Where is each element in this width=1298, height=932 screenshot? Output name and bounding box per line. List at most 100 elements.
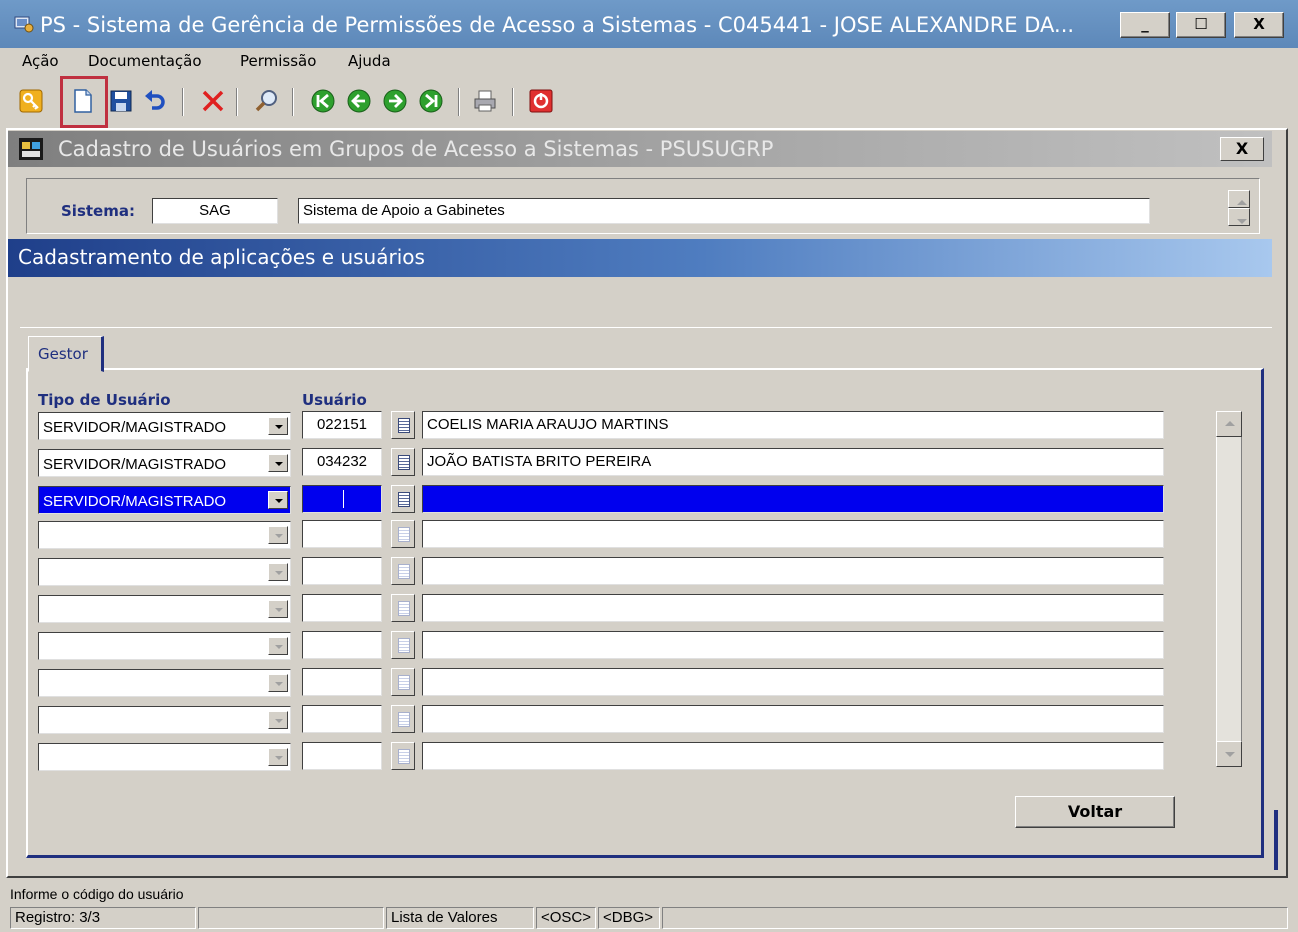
usuario-code-field[interactable] xyxy=(302,557,382,585)
tipo-combo[interactable] xyxy=(38,743,291,771)
usuario-name-field xyxy=(422,668,1164,696)
usuario-name-field xyxy=(422,557,1164,585)
chevron-down-icon[interactable] xyxy=(268,711,288,729)
chevron-down-icon[interactable] xyxy=(268,600,288,618)
usuario-code-field[interactable] xyxy=(302,742,382,770)
tipo-combo[interactable] xyxy=(38,558,291,586)
toolbar xyxy=(0,76,1298,128)
menu-documentacao[interactable]: Documentação xyxy=(88,52,202,70)
section-header: Cadastramento de aplicações e usuários xyxy=(8,239,1272,277)
tipo-combo[interactable] xyxy=(38,521,291,549)
list-of-values-icon[interactable] xyxy=(391,485,415,513)
window-title: PS - Sistema de Gerência de Permissões d… xyxy=(40,13,1075,37)
usuario-name-field: COELIS MARIA ARAUJO MARTINS xyxy=(422,411,1164,439)
sistema-label: Sistema: xyxy=(61,202,135,220)
sistema-code-field[interactable]: SAG xyxy=(152,198,278,224)
chevron-down-icon[interactable] xyxy=(268,748,288,766)
tab-gestor[interactable]: Gestor xyxy=(28,336,104,372)
tipo-value: SERVIDOR/MAGISTRADO xyxy=(43,493,227,510)
print-icon[interactable] xyxy=(472,88,498,114)
window-edge xyxy=(1274,810,1278,870)
maximize-button[interactable]: ☐ xyxy=(1176,12,1226,38)
usuario-code-field[interactable] xyxy=(302,485,382,513)
status-lista: Lista de Valores xyxy=(386,907,534,929)
usuario-name-field xyxy=(422,631,1164,659)
sistema-name-field[interactable]: Sistema de Apoio a Gabinetes xyxy=(298,198,1150,224)
usuario-name-field xyxy=(422,485,1164,513)
toolbar-separator xyxy=(458,88,460,116)
new-document-icon[interactable] xyxy=(70,88,96,114)
minimize-button[interactable]: _ xyxy=(1120,12,1170,38)
previous-record-icon[interactable] xyxy=(346,88,372,114)
panel-scroll-down[interactable] xyxy=(1228,208,1250,226)
tipo-combo[interactable] xyxy=(38,595,291,623)
grid-scrollbar[interactable] xyxy=(1216,411,1244,771)
window-titlebar: PS - Sistema de Gerência de Permissões d… xyxy=(0,0,1298,48)
close-button[interactable]: X xyxy=(1234,12,1284,38)
usuario-code-field[interactable]: 022151 xyxy=(302,411,382,439)
chevron-down-icon[interactable] xyxy=(268,417,288,435)
scroll-up-button[interactable] xyxy=(1216,411,1242,437)
usuario-code-field[interactable]: 034232 xyxy=(302,448,382,476)
next-record-icon[interactable] xyxy=(382,88,408,114)
menu-ajuda[interactable]: Ajuda xyxy=(348,52,391,70)
menu-acao[interactable]: Ação xyxy=(22,52,59,70)
child-window-titlebar: Cadastro de Usuários em Grupos de Acesso… xyxy=(8,131,1272,167)
list-of-values-icon[interactable] xyxy=(391,557,415,585)
chevron-down-icon[interactable] xyxy=(268,454,288,472)
list-of-values-icon[interactable] xyxy=(391,520,415,548)
panel-scroll-up[interactable] xyxy=(1228,190,1250,208)
tipo-combo[interactable] xyxy=(38,669,291,697)
toolbar-separator xyxy=(236,88,238,116)
save-icon[interactable] xyxy=(108,88,134,114)
status-osc: <OSC> xyxy=(536,907,596,929)
exit-icon[interactable] xyxy=(528,88,554,114)
search-icon[interactable] xyxy=(254,88,280,114)
first-record-icon[interactable] xyxy=(310,88,336,114)
voltar-button[interactable]: Voltar xyxy=(1015,796,1175,828)
list-of-values-icon[interactable] xyxy=(391,668,415,696)
menu-permissao[interactable]: Permissão xyxy=(240,52,316,70)
delete-icon[interactable] xyxy=(200,88,226,114)
status-filler xyxy=(662,907,1288,929)
usuario-code-field[interactable] xyxy=(302,520,382,548)
list-of-values-icon[interactable] xyxy=(391,742,415,770)
tipo-combo[interactable] xyxy=(38,706,291,734)
status-dbg: <DBG> xyxy=(598,907,660,929)
list-of-values-icon[interactable] xyxy=(391,631,415,659)
usuario-code-field[interactable] xyxy=(302,705,382,733)
tipo-value: SERVIDOR/MAGISTRADO xyxy=(43,419,227,436)
scroll-track[interactable] xyxy=(1216,437,1242,743)
tipo-combo[interactable]: SERVIDOR/MAGISTRADO xyxy=(38,412,291,440)
tipo-combo[interactable] xyxy=(38,632,291,660)
chevron-down-icon[interactable] xyxy=(268,491,288,509)
tipo-combo[interactable]: SERVIDOR/MAGISTRADO xyxy=(38,486,291,514)
usuario-name-field xyxy=(422,705,1164,733)
chevron-down-icon[interactable] xyxy=(268,674,288,692)
last-record-icon[interactable] xyxy=(418,88,444,114)
chevron-down-icon[interactable] xyxy=(268,637,288,655)
usuario-name-field xyxy=(422,742,1164,770)
text-cursor xyxy=(343,490,344,508)
child-window-title: Cadastro de Usuários em Grupos de Acesso… xyxy=(58,137,774,161)
undo-icon[interactable] xyxy=(142,88,168,114)
list-of-values-icon[interactable] xyxy=(391,594,415,622)
scroll-down-button[interactable] xyxy=(1216,741,1242,767)
section-title: Cadastramento de aplicações e usuários xyxy=(18,245,425,269)
chevron-down-icon[interactable] xyxy=(268,526,288,544)
tipo-combo[interactable]: SERVIDOR/MAGISTRADO xyxy=(38,449,291,477)
usuario-code-field[interactable] xyxy=(302,594,382,622)
chevron-down-icon[interactable] xyxy=(268,563,288,581)
app-icon xyxy=(14,16,34,33)
usuario-code-field[interactable] xyxy=(302,631,382,659)
toolbar-separator xyxy=(512,88,514,116)
usuario-code-field[interactable] xyxy=(302,668,382,696)
list-of-values-icon[interactable] xyxy=(391,448,415,476)
tipo-value: SERVIDOR/MAGISTRADO xyxy=(43,456,227,473)
toolbar-separator xyxy=(182,88,184,116)
list-of-values-icon[interactable] xyxy=(391,411,415,439)
list-of-values-icon[interactable] xyxy=(391,705,415,733)
menu-bar: Ação Documentação Permissão Ajuda xyxy=(0,48,1298,74)
child-close-button[interactable]: X xyxy=(1220,137,1264,161)
key-icon[interactable] xyxy=(18,88,44,114)
